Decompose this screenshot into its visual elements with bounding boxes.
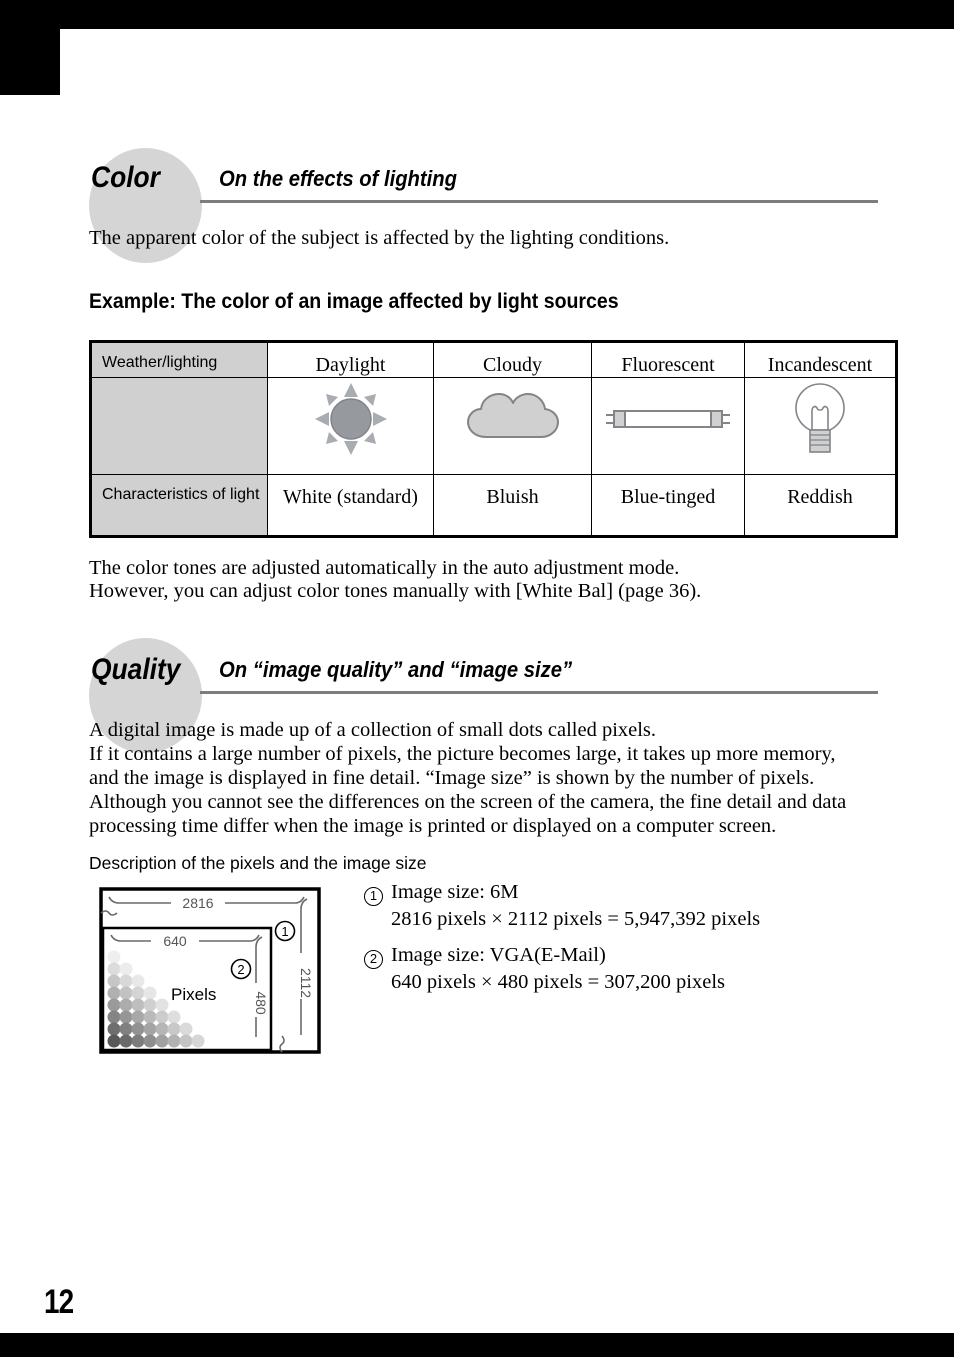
table-cell-cloudy-characteristic: Bluish [433,474,592,538]
table-cell-incandescent-characteristic: Reddish [744,474,898,538]
quality-paragraph-line-1: A digital image is made up of a collecti… [89,719,657,741]
table-cell-fluorescent-icon [591,377,745,475]
table-cell-daylight-icon [267,377,434,475]
color-footnote-line-2: However, you can adjust color tones manu… [89,580,702,602]
table-row-header-weather-spacer [89,377,268,475]
table-row-characteristics: Characteristics of light White (standard… [89,474,898,538]
table-cell-daylight-label: Daylight [267,340,434,378]
quality-paragraph-line-4: Although you cannot see the differences … [89,791,847,813]
inner-width-label: 640 [163,933,187,949]
legend-item-2: 2 Image size: VGA(E-Mail) 640 pixels × 4… [364,942,760,996]
legend-item-2-line-2: 640 pixels × 480 pixels = 307,200 pixels [391,971,726,993]
legend-item-1: 1 Image size: 6M 2816 pixels × 2112 pixe… [364,879,760,933]
table-cell-daylight-characteristic: White (standard) [267,474,434,538]
color-section-rule [200,200,878,203]
quality-section-title: On “image quality” and “image size” [219,657,573,682]
table-row-header-characteristics: Characteristics of light [89,474,268,538]
pixels-label: Pixels [171,985,216,1004]
table-cell-fluorescent-label: Fluorescent [591,340,745,378]
sun-icon [314,383,387,455]
legend-item-1-line-2: 2816 pixels × 2112 pixels = 5,947,392 pi… [391,908,761,930]
table-row-icons [89,377,898,475]
table-cell-fluorescent-characteristic: Blue-tinged [591,474,745,538]
legend-marker-1: 1 [364,879,391,933]
legend-item-2-line-1: Image size: VGA(E-Mail) [391,944,606,966]
color-section-tag: Color [91,161,160,194]
table-cell-incandescent-icon [744,377,898,475]
color-section-title: On the effects of lighting [219,166,458,191]
callout-inner: 2 [230,958,252,980]
example-heading: Example: The color of an image affected … [89,290,619,313]
pixel-diagram-heading: Description of the pixels and the image … [89,853,427,873]
legend-marker-2: 2 [364,942,391,996]
callout-outer: 1 [274,920,296,942]
inner-height-label: 480 [253,991,269,1015]
svg-text:1: 1 [281,924,288,939]
page-top-bar [0,0,954,29]
outer-height-label: 2112 [298,968,314,998]
svg-text:2: 2 [237,962,244,977]
quality-section-tag: Quality [91,653,181,686]
table-cell-cloudy-label: Cloudy [433,340,592,378]
quality-paragraph-line-2: If it contains a large number of pixels,… [89,743,836,765]
table-cell-incandescent-label: Incandescent [744,340,898,378]
cloud-icon [466,393,559,438]
color-intro-text: The apparent color of the subject is aff… [89,227,670,249]
quality-section-rule [200,691,878,694]
lighting-table: Weather/lighting Daylight Cloudy Fluores… [89,340,898,538]
page-bottom-bar [0,1333,954,1357]
table-row-header-weather: Weather/lighting [89,340,268,378]
quality-paragraph-line-3: and the image is displayed in fine detai… [89,767,815,789]
pixel-diagram: Pixels 2816 2112 640 480 1 2 [99,887,321,1059]
page-number: 12 [44,1283,74,1321]
quality-paragraph-line-5: processing time differ when the image is… [89,815,777,837]
fluorescent-tube-icon [606,410,730,428]
outer-width-label: 2816 [182,895,213,911]
page-left-corner-block [0,0,60,95]
legend-item-1-line-1: Image size: 6M [391,881,519,903]
image-size-legend: 1 Image size: 6M 2816 pixels × 2112 pixe… [364,879,760,1005]
light-bulb-icon [795,383,845,453]
table-cell-cloudy-icon [433,377,592,475]
table-row-weather: Weather/lighting Daylight Cloudy Fluores… [89,340,898,378]
